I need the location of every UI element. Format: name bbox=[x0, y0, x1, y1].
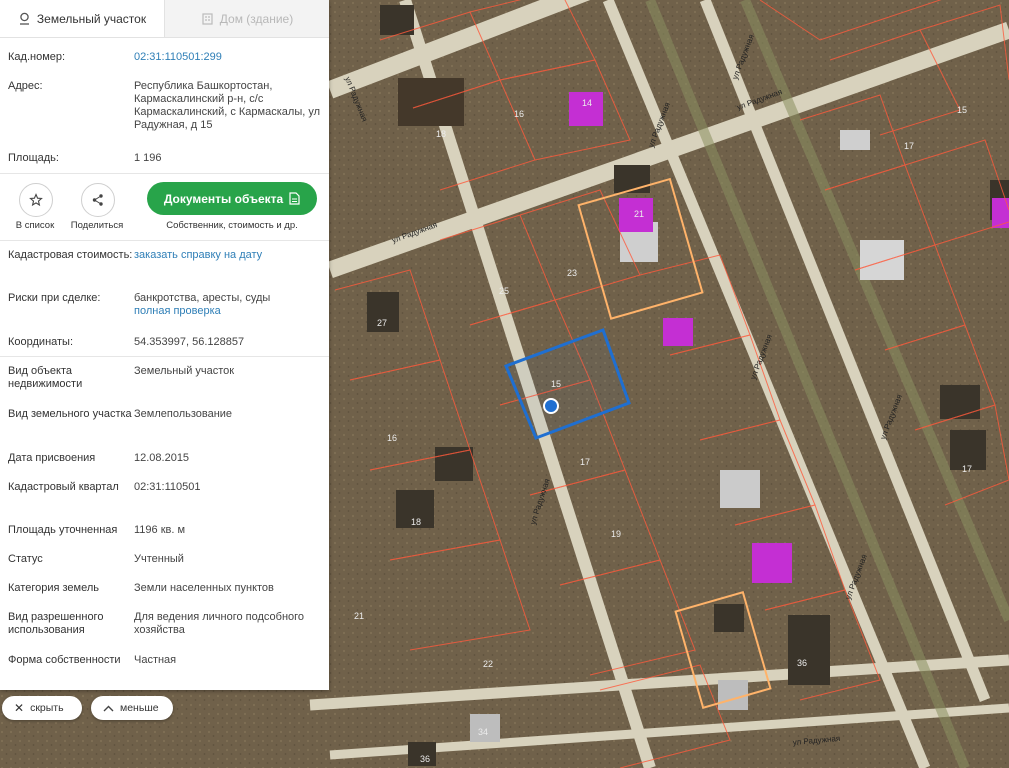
coords-label: Координаты: bbox=[8, 336, 74, 348]
add-to-list-button[interactable] bbox=[19, 183, 53, 217]
plot-number: 16 bbox=[514, 109, 524, 119]
collapse-panel-label: меньше bbox=[120, 702, 159, 714]
assign-date-row: Дата присвоения 12.08.2015 bbox=[8, 452, 321, 465]
risks-value: банкротства, аресты, суды полная проверк… bbox=[134, 292, 321, 318]
quarter-label: Кадастровый квартал bbox=[8, 481, 119, 493]
ownership-row: Форма собственности Частная bbox=[8, 654, 321, 667]
permitted-use-value: Для ведения личного подсобного хозяйства bbox=[134, 611, 305, 636]
area-row: Площадь: 1 196 bbox=[8, 152, 321, 165]
building-icon bbox=[202, 13, 213, 25]
plot-number: 15 bbox=[551, 379, 561, 389]
selected-plot-marker[interactable] bbox=[543, 398, 559, 414]
object-type-value: Земельный участок bbox=[134, 365, 235, 377]
status-row: Статус Учтенный bbox=[8, 553, 321, 566]
category-value: Земли населенных пунктов bbox=[134, 582, 274, 594]
plot-number: 17 bbox=[580, 457, 590, 467]
star-icon bbox=[29, 193, 43, 207]
assign-date-label: Дата присвоения bbox=[8, 452, 96, 464]
plot-number: 27 bbox=[377, 318, 387, 328]
order-certificate-link[interactable]: заказать справку на дату bbox=[134, 249, 321, 262]
object-documents-button[interactable]: Документы объекта bbox=[147, 182, 317, 215]
coords-row: Координаты: 54.353997, 56.128857 bbox=[8, 336, 321, 349]
plot-number: 17 bbox=[904, 141, 914, 151]
address-value: Республика Башкортостан, Кармаскалинский… bbox=[134, 80, 321, 131]
close-icon: ✕ bbox=[14, 701, 25, 715]
pin-icon bbox=[19, 12, 29, 25]
risks-text: банкротства, аресты, суды bbox=[134, 292, 271, 304]
object-info-panel: Земельный участок Дом (здание) Кад.номер… bbox=[0, 0, 329, 690]
address-row: Адрес: Республика Башкортостан, Кармаска… bbox=[8, 80, 321, 132]
plot-number: 25 bbox=[499, 286, 509, 296]
plot-number: 17 bbox=[962, 464, 972, 474]
land-type-value: Землепользование bbox=[134, 408, 233, 420]
divider bbox=[0, 173, 329, 174]
ownership-label: Форма собственности bbox=[8, 654, 121, 666]
risks-label: Риски при сделке: bbox=[8, 292, 101, 304]
risks-row: Риски при сделке: банкротства, аресты, с… bbox=[8, 292, 321, 318]
cad-number-label: Кад.номер: bbox=[8, 51, 66, 63]
plot-number: 34 bbox=[478, 727, 488, 737]
divider bbox=[0, 240, 329, 241]
share-caption: Поделиться bbox=[70, 220, 124, 231]
status-label: Статус bbox=[8, 553, 43, 565]
object-type-label: Вид объекта недвижимости bbox=[8, 365, 83, 390]
plot-number: 15 bbox=[957, 105, 967, 115]
plot-number: 36 bbox=[797, 658, 807, 668]
assign-date-value: 12.08.2015 bbox=[134, 452, 190, 464]
quarter-value: 02:31:110501 bbox=[134, 481, 201, 493]
cadastral-value-row: Кадастровая стоимость: заказать справку … bbox=[8, 249, 321, 262]
plot-number: 14 bbox=[582, 98, 592, 108]
hide-panel-button[interactable]: ✕ скрыть bbox=[2, 696, 82, 720]
coords-value: 54.353997, 56.128857 bbox=[134, 336, 245, 348]
category-label: Категория земель bbox=[8, 582, 99, 594]
plot-number: 21 bbox=[634, 209, 644, 219]
land-type-row: Вид земельного участка Землепользование bbox=[8, 408, 321, 421]
ownership-value: Частная bbox=[134, 654, 177, 666]
plot-number: 16 bbox=[387, 433, 397, 443]
refined-area-row: Площадь уточненная 1196 кв. м bbox=[8, 524, 321, 537]
add-to-list-caption: В список bbox=[15, 220, 55, 231]
chevron-up-icon bbox=[103, 705, 114, 711]
object-type-row: Вид объекта недвижимости Земельный участ… bbox=[8, 365, 321, 391]
tab-house[interactable]: Дом (здание) bbox=[164, 0, 329, 37]
hide-panel-label: скрыть bbox=[30, 702, 64, 714]
plot-number: 21 bbox=[354, 611, 364, 621]
tab-land-plot-label: Земельный участок bbox=[36, 11, 147, 26]
object-documents-label: Документы объекта bbox=[163, 191, 284, 206]
cadastral-value-label: Кадастровая стоимость: bbox=[8, 249, 133, 261]
object-tabs: Земельный участок Дом (здание) bbox=[0, 0, 329, 38]
cad-number-value[interactable]: 02:31:110501:299 bbox=[134, 51, 321, 64]
plot-number: 18 bbox=[411, 517, 421, 527]
full-check-link[interactable]: полная проверка bbox=[134, 305, 221, 317]
status-value: Учтенный bbox=[134, 553, 184, 565]
tab-house-label: Дом (здание) bbox=[219, 11, 294, 26]
plot-number: 19 bbox=[611, 529, 621, 539]
collapse-panel-button[interactable]: меньше bbox=[91, 696, 173, 720]
permitted-use-row: Вид разрешенного использования Для веден… bbox=[8, 611, 321, 637]
share-icon bbox=[92, 194, 103, 206]
cad-number-row: Кад.номер: 02:31:110501:299 bbox=[8, 51, 321, 64]
share-button[interactable] bbox=[81, 183, 115, 217]
address-label: Адрес: bbox=[8, 80, 43, 92]
plot-number: 22 bbox=[483, 659, 493, 669]
refined-area-label: Площадь уточненная bbox=[8, 524, 118, 536]
category-row: Категория земель Земли населенных пункто… bbox=[8, 582, 321, 595]
document-icon bbox=[289, 192, 300, 205]
permitted-use-label: Вид разрешенного использования bbox=[8, 611, 104, 636]
object-documents-subtitle: Собственник, стоимость и др. bbox=[166, 220, 298, 231]
divider bbox=[0, 356, 329, 357]
land-type-label: Вид земельного участка bbox=[8, 408, 132, 420]
plot-number: 36 bbox=[420, 754, 430, 764]
refined-area-value: 1196 кв. м bbox=[134, 524, 186, 536]
area-value: 1 196 bbox=[134, 152, 162, 164]
tab-land-plot[interactable]: Земельный участок bbox=[0, 0, 164, 37]
plot-number: 23 bbox=[567, 268, 577, 278]
plot-number: 18 bbox=[436, 129, 446, 139]
quarter-row: Кадастровый квартал 02:31:110501 bbox=[8, 481, 321, 494]
area-label: Площадь: bbox=[8, 152, 59, 164]
